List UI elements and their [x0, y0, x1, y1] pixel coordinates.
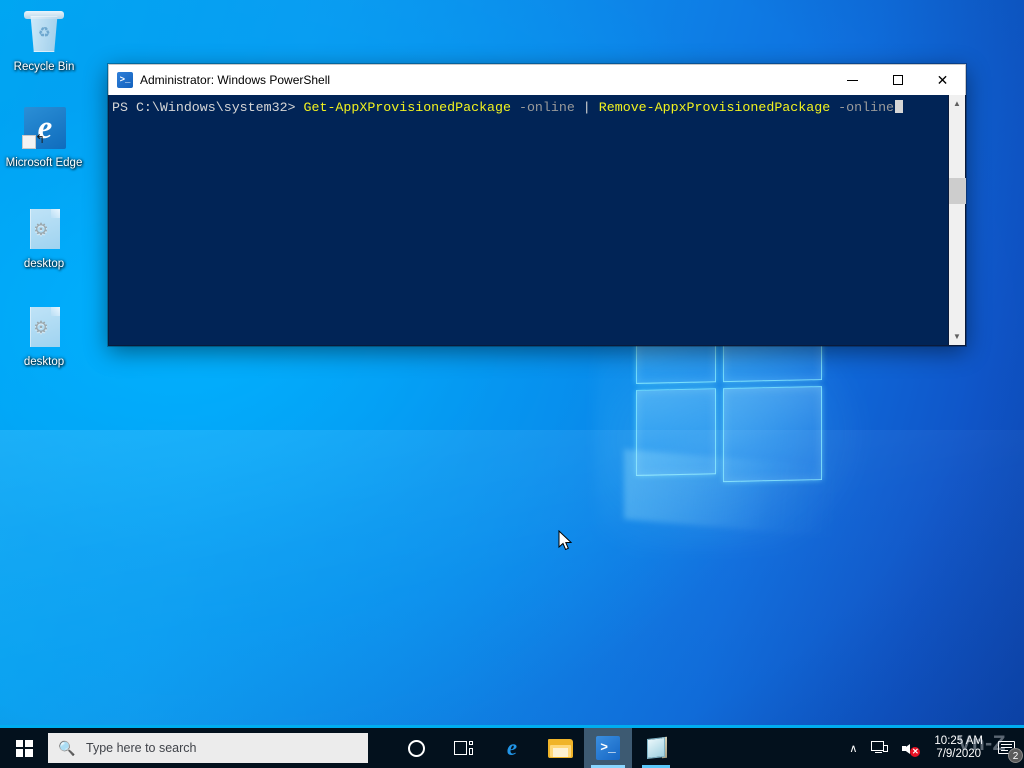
taskbar-app-buttons: e >_ — [392, 728, 680, 768]
microsoft-edge-icon: e — [506, 735, 518, 760]
window-title: Administrator: Windows PowerShell — [140, 73, 331, 87]
shortcut-arrow-icon — [22, 135, 36, 149]
task-view-icon — [454, 740, 474, 756]
action-center-button[interactable]: 2 — [991, 728, 1024, 768]
minimize-button[interactable] — [830, 65, 875, 95]
desktop-icon-recycle-bin[interactable]: ♻ Recycle Bin — [5, 8, 83, 74]
console-output-area[interactable]: PS C:\Windows\system32> Get-AppXProvisio… — [109, 95, 948, 345]
network-icon — [871, 741, 889, 755]
notepad-icon — [645, 736, 668, 759]
close-button[interactable]: ✕ — [920, 65, 965, 95]
console-body[interactable]: PS C:\Windows\system32> Get-AppXProvisio… — [108, 95, 966, 346]
taskbar[interactable]: 🔍 Type here to search e >_ ∧ ✕ 10:25 AM … — [0, 728, 1024, 768]
taskbar-button-task-view[interactable] — [440, 728, 488, 768]
maximize-icon — [892, 75, 903, 85]
clock-date: 7/9/2020 — [936, 748, 982, 760]
scrollbar-track[interactable] — [949, 112, 966, 328]
maximize-button[interactable] — [875, 65, 920, 95]
minimize-icon — [847, 79, 858, 81]
window-titlebar[interactable]: >_ Administrator: Windows PowerShell ✕ — [108, 64, 966, 95]
desktop-icon-label: Recycle Bin — [13, 61, 75, 73]
desktop-icon-label: desktop — [23, 356, 65, 368]
desktop-icon-microsoft-edge[interactable]: e Microsoft Edge — [5, 104, 83, 170]
cortana-icon — [407, 739, 425, 757]
gear-icon: ⚙ — [33, 220, 49, 239]
network-button[interactable] — [864, 728, 895, 768]
desktop-icon-desktop-file-1[interactable]: ⚙ desktop — [5, 205, 83, 271]
powershell-icon: >_ — [596, 736, 620, 760]
microsoft-edge-icon: e — [5, 104, 83, 154]
desktop-icon-label: desktop — [23, 258, 65, 270]
recycle-bin-icon: ♻ — [5, 8, 83, 58]
close-icon: ✕ — [936, 72, 949, 88]
console-scrollbar[interactable]: ▲ ▼ — [948, 95, 966, 345]
gear-icon: ⚙ — [33, 318, 49, 337]
taskbar-button-powershell[interactable]: >_ — [584, 728, 632, 768]
taskbar-button-cortana[interactable] — [392, 728, 440, 768]
taskbar-button-edge[interactable]: e — [488, 728, 536, 768]
windows-logo-icon — [15, 739, 33, 757]
windows-hero-wallpaper-logo — [596, 296, 876, 553]
powershell-window[interactable]: >_ Administrator: Windows PowerShell ✕ P… — [108, 64, 966, 346]
folder-icon — [547, 738, 573, 758]
console-command-2: Remove-AppxProvisionedPackage — [598, 100, 831, 115]
console-param-2: -online — [830, 100, 895, 115]
desktop-icon-label: Microsoft Edge — [5, 157, 83, 169]
volume-muted-icon: ✕ — [902, 741, 921, 757]
system-tray: ∧ ✕ 10:25 AM 7/9/2020 2 — [842, 728, 1024, 768]
search-icon: 🔍 — [58, 739, 76, 756]
show-hidden-icons-button[interactable]: ∧ — [842, 728, 864, 768]
start-button[interactable] — [0, 728, 48, 768]
console-prompt: PS C:\Windows\system32> — [112, 100, 304, 115]
taskbar-button-file-explorer[interactable] — [536, 728, 584, 768]
desktop[interactable]: ♻ Recycle Bin e Microsoft Edge ⚙ desktop… — [0, 0, 1024, 768]
console-param-1: -online — [510, 100, 575, 115]
taskbar-button-notepad[interactable] — [632, 728, 680, 768]
console-pipe: | — [574, 100, 599, 115]
powershell-icon: >_ — [117, 72, 133, 88]
config-file-icon: ⚙ — [5, 205, 83, 255]
scrollbar-thumb[interactable] — [949, 178, 966, 204]
config-file-icon: ⚙ — [5, 303, 83, 353]
search-placeholder: Type here to search — [86, 741, 197, 755]
clock-time: 10:25 AM — [934, 735, 983, 747]
desktop-icon-desktop-file-2[interactable]: ⚙ desktop — [5, 303, 83, 369]
console-command-1: Get-AppXProvisionedPackage — [303, 100, 511, 115]
window-controls: ✕ — [830, 65, 965, 95]
volume-button[interactable]: ✕ — [895, 728, 926, 768]
scroll-up-arrow-icon[interactable]: ▲ — [949, 95, 965, 112]
notification-badge: 2 — [1008, 748, 1023, 763]
scroll-down-arrow-icon[interactable]: ▼ — [949, 328, 965, 345]
search-input[interactable]: 🔍 Type here to search — [48, 733, 368, 763]
console-cursor — [895, 100, 904, 113]
clock-button[interactable]: 10:25 AM 7/9/2020 — [926, 728, 991, 768]
mouse-cursor — [558, 530, 573, 551]
